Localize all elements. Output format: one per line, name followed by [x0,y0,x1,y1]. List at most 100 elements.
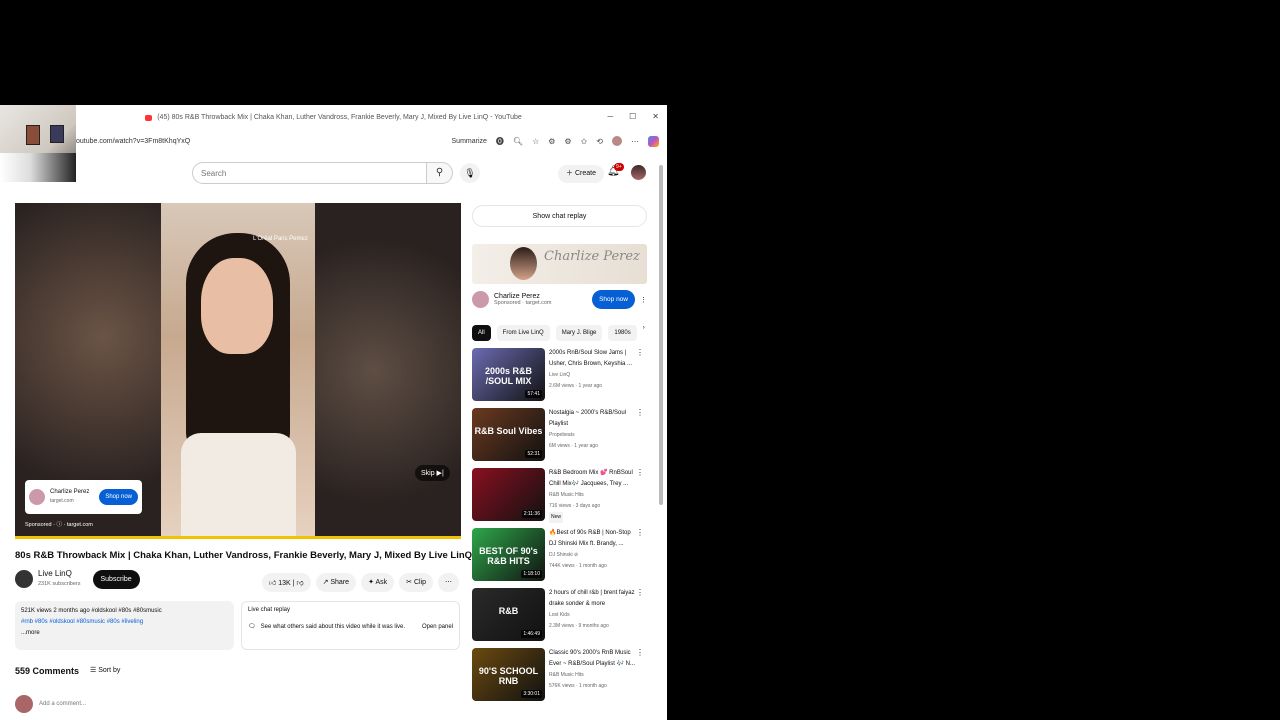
search-icon[interactable]: ⚲ [427,162,453,184]
history-icon[interactable]: ⟲ [596,137,603,146]
rec-title[interactable]: Classic 90's 2000's RnB Music Ever ~ R&B… [549,648,637,670]
chat-icon: 🗨︎ [248,624,256,630]
show-chat-replay-button[interactable]: Show chat replay [472,205,647,227]
rec-channel[interactable]: R&B Music Hits [549,490,637,501]
list-item[interactable]: R&B Soul Vibes 52:31 Nostalgia ~ 2000's R&… [472,408,647,461]
comments-count: 559 Comments [15,666,80,676]
rec-channel[interactable]: Live LinQ [549,370,637,381]
video-thumbnail[interactable]: R&B 1:46:49 [472,588,545,641]
ad-banner[interactable]: Charlize Perez [472,244,647,284]
ask-button[interactable]: ✦ Ask [361,573,395,592]
show-more-link[interactable]: ...more [21,628,228,639]
thumbnail-overlay-text: 90'S SCHOOL RNB [478,666,539,686]
description-box[interactable]: 521K views 2 months ago #oldskool #80s #… [15,601,234,650]
video-thumbnail[interactable]: 2:11:36 [472,468,545,521]
rec-meta: 576K views · 1 month ago [549,683,607,689]
live-chat-subtitle: See what others said about this video wh… [260,623,406,630]
brand-tag: L'Oréal Paris Pemez [253,236,308,242]
extensions-icon[interactable]: ⚙ [548,137,555,146]
more-vert-icon[interactable]: ⋮ [636,348,644,357]
more-actions-icon[interactable]: ⋯ [438,573,460,592]
list-item[interactable]: 2000s R&B /SOUL MIX 57:41 2000s RnB/Soul S… [472,348,647,401]
video-thumbnail[interactable]: BEST OF 90's R&B HITS 1:18:10 [472,528,545,581]
open-panel-button[interactable]: Open panel [422,624,453,630]
description-tags[interactable]: #rnb #80s #oldskool #80smusic #80s #live… [21,617,228,628]
ad-progress-bar[interactable] [15,536,461,539]
ad-card[interactable]: Charlize Perez target.com Shop now [25,480,142,514]
shop-now-button[interactable]: Shop now [99,489,138,505]
thumbs-up-icon: 👍︎ [269,580,279,587]
more-vert-icon[interactable]: ⋮ [636,588,644,597]
mic-icon[interactable]: 🎙︎ [460,163,480,183]
copilot-icon[interactable] [648,135,659,147]
avatar[interactable] [631,165,646,180]
rec-title[interactable]: 2 hours of chill r&b | brent faiyaz drak… [549,588,637,610]
video-player[interactable]: L'Oréal Paris Pemez Charlize Perez target… [15,203,461,539]
more-vert-icon[interactable]: ⋮ [636,468,644,477]
chip-from-live-linq[interactable]: From Live LinQ [496,325,550,341]
more-icon[interactable]: ⋯ [631,137,639,146]
more-vert-icon[interactable]: ⋮ [636,528,644,537]
sidebar-ad-name: Charlize Perez [494,293,540,300]
list-item[interactable]: 2:11:36 R&B Bedroom Mix 💕 RnBSoul Chill M… [472,468,647,523]
summarize-button[interactable]: Summarize [452,138,487,145]
channel-name[interactable]: Live LinQ [38,569,81,579]
thumbnail-overlay-text: R&B [498,606,519,616]
favorites-icon[interactable]: ✩ [581,137,588,146]
minimize-icon[interactable]: ─ [607,112,613,121]
more-vert-icon[interactable]: ⋮ [640,296,647,304]
zoom-icon[interactable]: 🔍︎ [513,137,523,146]
translate-icon[interactable]: ⓿ [496,136,504,147]
chip-mary-j-blige[interactable]: Mary J. Blige [555,325,603,341]
new-badge: New [549,512,564,523]
sidebar-shop-now-button[interactable]: Shop now [592,290,635,309]
video-thumbnail[interactable]: 90'S SCHOOL RNB 3:30:01 [472,648,545,701]
bookmark-star-icon[interactable]: ☆ [532,137,539,146]
scrollbar[interactable] [659,165,663,505]
share-button[interactable]: ↗ Share [315,573,357,592]
sidebar: Show chat replay Charlize Perez Charlize… [472,205,647,701]
add-comment-input[interactable]: Add a comment... [39,701,86,707]
subscriber-count: 231K subscribers [38,581,81,587]
rec-channel[interactable]: Lost Kids [549,610,637,621]
chevron-right-icon[interactable]: › [643,325,645,341]
recommendations-list: 2000s R&B /SOUL MIX 57:41 2000s RnB/Soul S… [472,348,647,701]
rec-title[interactable]: R&B Bedroom Mix 💕 RnBSoul Chill Mix🎶 Jac… [549,468,637,490]
list-item[interactable]: BEST OF 90's R&B HITS 1:18:10 🔥Best of 90s… [472,528,647,581]
url-text[interactable]: outube.com/watch?v=3Fm8tKhqYxQ [76,138,452,145]
list-item[interactable]: R&B 1:46:49 2 hours of chill r&b | brent f… [472,588,647,641]
thumbs-down-icon[interactable]: 👎︎ [296,580,303,587]
video-thumbnail[interactable]: R&B Soul Vibes 52:31 [472,408,545,461]
chip-all[interactable]: All [472,325,491,341]
sort-by-button[interactable]: ☰ Sort by [90,666,120,674]
more-vert-icon[interactable]: ⋮ [636,408,644,417]
channel-avatar[interactable] [15,570,33,588]
ad-name: Charlize Perez [50,489,90,495]
rec-meta: 6M views · 1 year ago [549,443,598,449]
clip-button[interactable]: ✂ Clip [399,573,434,592]
like-count: 13K [278,580,291,587]
live-chat-box: Live chat replay 🗨︎ See what others said… [241,601,460,650]
rec-channel[interactable]: R&B Music Hits [549,670,637,681]
chip-1980s[interactable]: 1980s [608,325,637,341]
rec-channel[interactable]: DJ Shinski ⊘ [549,550,637,561]
subscribe-button[interactable]: Subscribe [92,569,140,589]
settings-icon[interactable]: ⚙ [564,137,571,146]
rec-title[interactable]: 2000s RnB/Soul Slow Jams | Usher, Chris … [549,348,637,370]
more-vert-icon[interactable]: ⋮ [636,648,644,657]
video-thumbnail[interactable]: 2000s R&B /SOUL MIX 57:41 [472,348,545,401]
rec-title[interactable]: Nostalgia ~ 2000's R&B/Soul Playlist [549,408,637,430]
maximize-icon[interactable]: ☐ [629,112,636,121]
add-comment-row[interactable]: Add a comment... [15,695,86,713]
skip-ad-button[interactable]: Skip ▶| [415,465,450,481]
create-button[interactable]: ＋ Create [558,165,604,183]
profile-avatar[interactable] [612,136,622,146]
close-icon[interactable]: ✕ [652,112,659,121]
rec-title[interactable]: 🔥Best of 90s R&B | Non-Stop DJ Shinski M… [549,528,637,550]
ask-label: Ask [375,579,388,586]
address-bar[interactable]: outube.com/watch?v=3Fm8tKhqYxQ Summarize… [0,130,667,152]
rec-channel[interactable]: Propebeats [549,430,637,441]
search-input[interactable]: Search [192,162,427,184]
like-button[interactable]: 👍︎ 13K | 👎︎ [262,573,311,592]
list-item[interactable]: 90'S SCHOOL RNB 3:30:01 Classic 90's 2000'… [472,648,647,701]
